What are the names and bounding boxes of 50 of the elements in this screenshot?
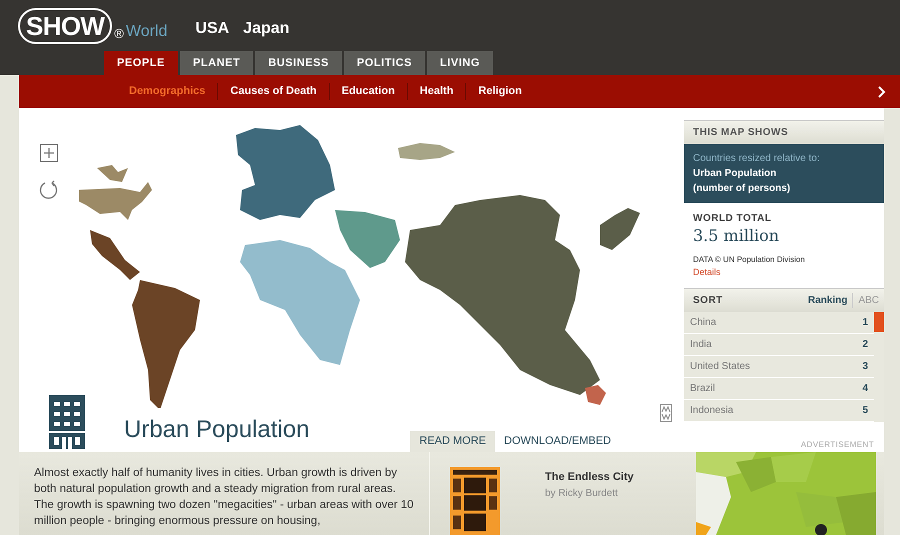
subnav-link[interactable]: Education xyxy=(328,83,407,100)
category-tab[interactable]: LIVING xyxy=(427,51,493,75)
sort-label: SORT xyxy=(693,294,723,308)
reset-icon[interactable] xyxy=(38,180,59,200)
rank-number: 1 xyxy=(862,316,868,330)
category-tab[interactable]: PLANET xyxy=(180,51,254,75)
subnav-link[interactable]: Causes of Death xyxy=(217,83,329,100)
total-label: WORLD TOTAL xyxy=(693,212,772,226)
category-tab[interactable]: POLITICS xyxy=(344,51,426,75)
map-watermark-icon xyxy=(660,404,672,422)
registered-mark: ® xyxy=(114,25,124,43)
measure-unit: (number of persons) xyxy=(693,182,792,196)
ranking-row[interactable]: Indonesia 5 xyxy=(684,400,874,422)
country-name: India xyxy=(690,338,712,352)
total-value: 3.5 million xyxy=(693,226,780,246)
details-link[interactable]: Details xyxy=(693,266,721,280)
country-name: China xyxy=(690,316,716,330)
ranking-row[interactable]: Brazil 4 xyxy=(684,378,874,400)
subnav-link[interactable]: Health xyxy=(406,83,466,100)
sort-option[interactable]: Ranking xyxy=(802,292,852,308)
description-text: Almost exactly half of humanity lives in cities. Urban growth is driven by both natural population growth and a steady migration from rural areas. The growth is spawning two dozen "megacities" - urban areas with over 10 million people - bringing enormous pressure on housing, xyxy=(19,452,430,535)
measure-name: Urban Population xyxy=(693,167,778,181)
subnav-link[interactable]: Religion xyxy=(465,83,534,100)
rank-number: 4 xyxy=(862,382,868,396)
country-name: Indonesia xyxy=(690,404,734,418)
rank-number: 5 xyxy=(862,404,868,418)
map-title: Urban Population xyxy=(124,415,310,445)
country-name: Brazil xyxy=(690,382,716,396)
book-author: by Ricky Burdett xyxy=(545,486,619,500)
category-tab[interactable]: BUSINESS xyxy=(255,51,342,75)
sidebar-header: THIS MAP SHOWS xyxy=(684,120,884,144)
logo-subtitle: World xyxy=(126,22,168,42)
info-tab[interactable]: READ MORE xyxy=(410,431,496,452)
resized-label: Countries resized relative to: xyxy=(693,152,821,166)
category-tab[interactable]: PEOPLE xyxy=(104,51,178,75)
ranking-row[interactable]: China 1 xyxy=(684,312,874,334)
advertisement-label: ADVERTISEMENT xyxy=(800,438,874,450)
rank-number: 3 xyxy=(862,360,868,374)
chevron-right-icon[interactable] xyxy=(878,86,886,98)
building-icon xyxy=(49,395,85,449)
logo-wordmark[interactable]: SHOW xyxy=(18,8,112,44)
zoom-in-icon[interactable] xyxy=(40,144,58,162)
ranking-row[interactable]: United States 3 xyxy=(684,356,874,378)
country-link[interactable]: USA xyxy=(195,16,230,40)
country-name: United States xyxy=(690,360,750,374)
data-source: DATA © UN Population Division xyxy=(693,254,806,266)
book-title[interactable]: The Endless City xyxy=(545,469,634,486)
rank-number: 2 xyxy=(862,338,868,352)
ranking-row[interactable]: India 2 xyxy=(684,334,874,356)
country-link[interactable]: Japan xyxy=(243,16,290,40)
